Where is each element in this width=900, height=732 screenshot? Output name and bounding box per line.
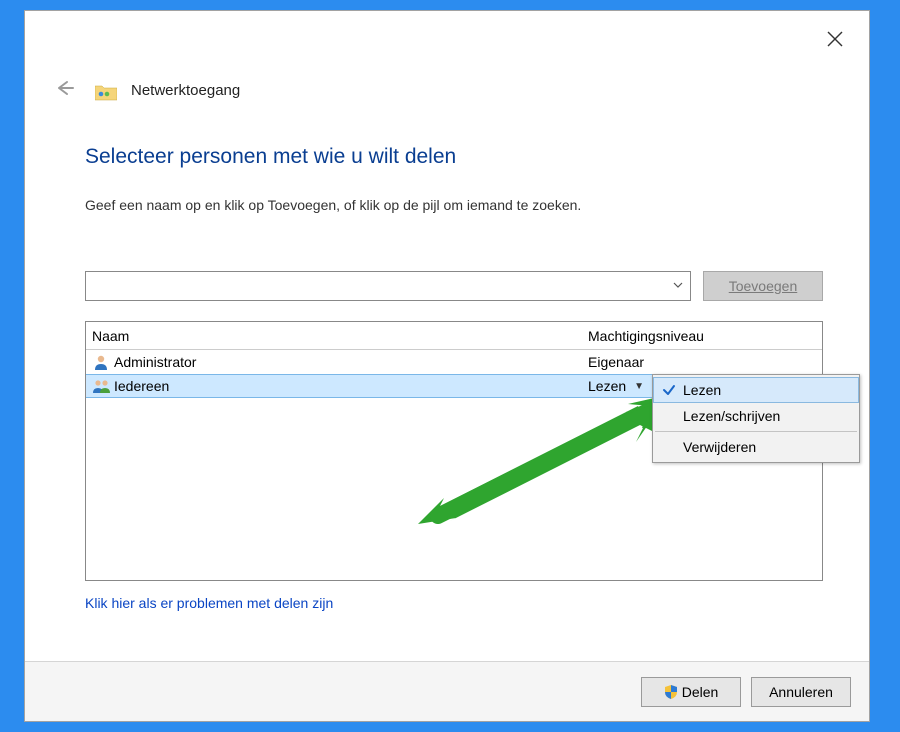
permission-menu: Lezen Lezen/schrijven Verwijderen: [652, 374, 860, 463]
add-user-row: Toevoegen: [85, 271, 823, 301]
page-subtext: Geef een naam op en klik op Toevoegen, o…: [85, 197, 823, 213]
cancel-button[interactable]: Annuleren: [751, 677, 851, 707]
user-icon: [92, 353, 110, 371]
shield-icon: [664, 685, 678, 699]
add-button: Toevoegen: [703, 271, 823, 301]
chevron-down-icon[interactable]: ▼: [634, 381, 644, 392]
table-row[interactable]: Administrator Eigenaar: [86, 350, 822, 374]
row-perm: Eigenaar: [588, 354, 644, 370]
header-row: Netwerktoegang: [51, 77, 240, 104]
menu-item-readwrite[interactable]: Lezen/schrijven: [653, 403, 859, 429]
row-perm: Lezen: [588, 378, 626, 394]
chevron-down-icon[interactable]: [672, 278, 684, 294]
menu-item-label: Lezen: [683, 382, 721, 398]
window-title: Netwerktoegang: [131, 82, 240, 99]
annotation-arrow-icon: [418, 394, 678, 527]
add-button-label: Toevoegen: [729, 278, 798, 294]
troubleshoot-link[interactable]: Klik hier als er problemen met delen zij…: [85, 595, 333, 611]
menu-separator: [655, 431, 857, 432]
table-header: Naam Machtigingsniveau: [86, 322, 822, 350]
menu-item-label: Verwijderen: [683, 439, 756, 455]
back-button[interactable]: [51, 77, 79, 104]
content-area: Selecteer personen met wie u wilt delen …: [85, 145, 823, 611]
menu-item-label: Lezen/schrijven: [683, 408, 780, 424]
group-icon: [92, 377, 110, 395]
folder-people-icon: [95, 83, 115, 99]
users-table: Naam Machtigingsniveau Administrator Eig…: [85, 321, 823, 581]
name-input[interactable]: [85, 271, 691, 301]
network-access-window: Netwerktoegang Selecteer personen met wi…: [24, 10, 870, 722]
cancel-button-label: Annuleren: [769, 684, 833, 700]
share-button-label: Delen: [682, 684, 719, 700]
menu-item-read[interactable]: Lezen: [653, 377, 859, 403]
col-header-name[interactable]: Naam: [86, 328, 584, 344]
footer-bar: Delen Annuleren: [25, 661, 869, 721]
row-name: Administrator: [114, 354, 196, 370]
menu-item-remove[interactable]: Verwijderen: [653, 434, 859, 460]
close-button[interactable]: [819, 27, 851, 56]
page-heading: Selecteer personen met wie u wilt delen: [85, 145, 823, 169]
row-name: Iedereen: [114, 378, 169, 394]
col-header-perm[interactable]: Machtigingsniveau: [584, 328, 822, 344]
check-icon: [662, 383, 676, 400]
share-button[interactable]: Delen: [641, 677, 741, 707]
